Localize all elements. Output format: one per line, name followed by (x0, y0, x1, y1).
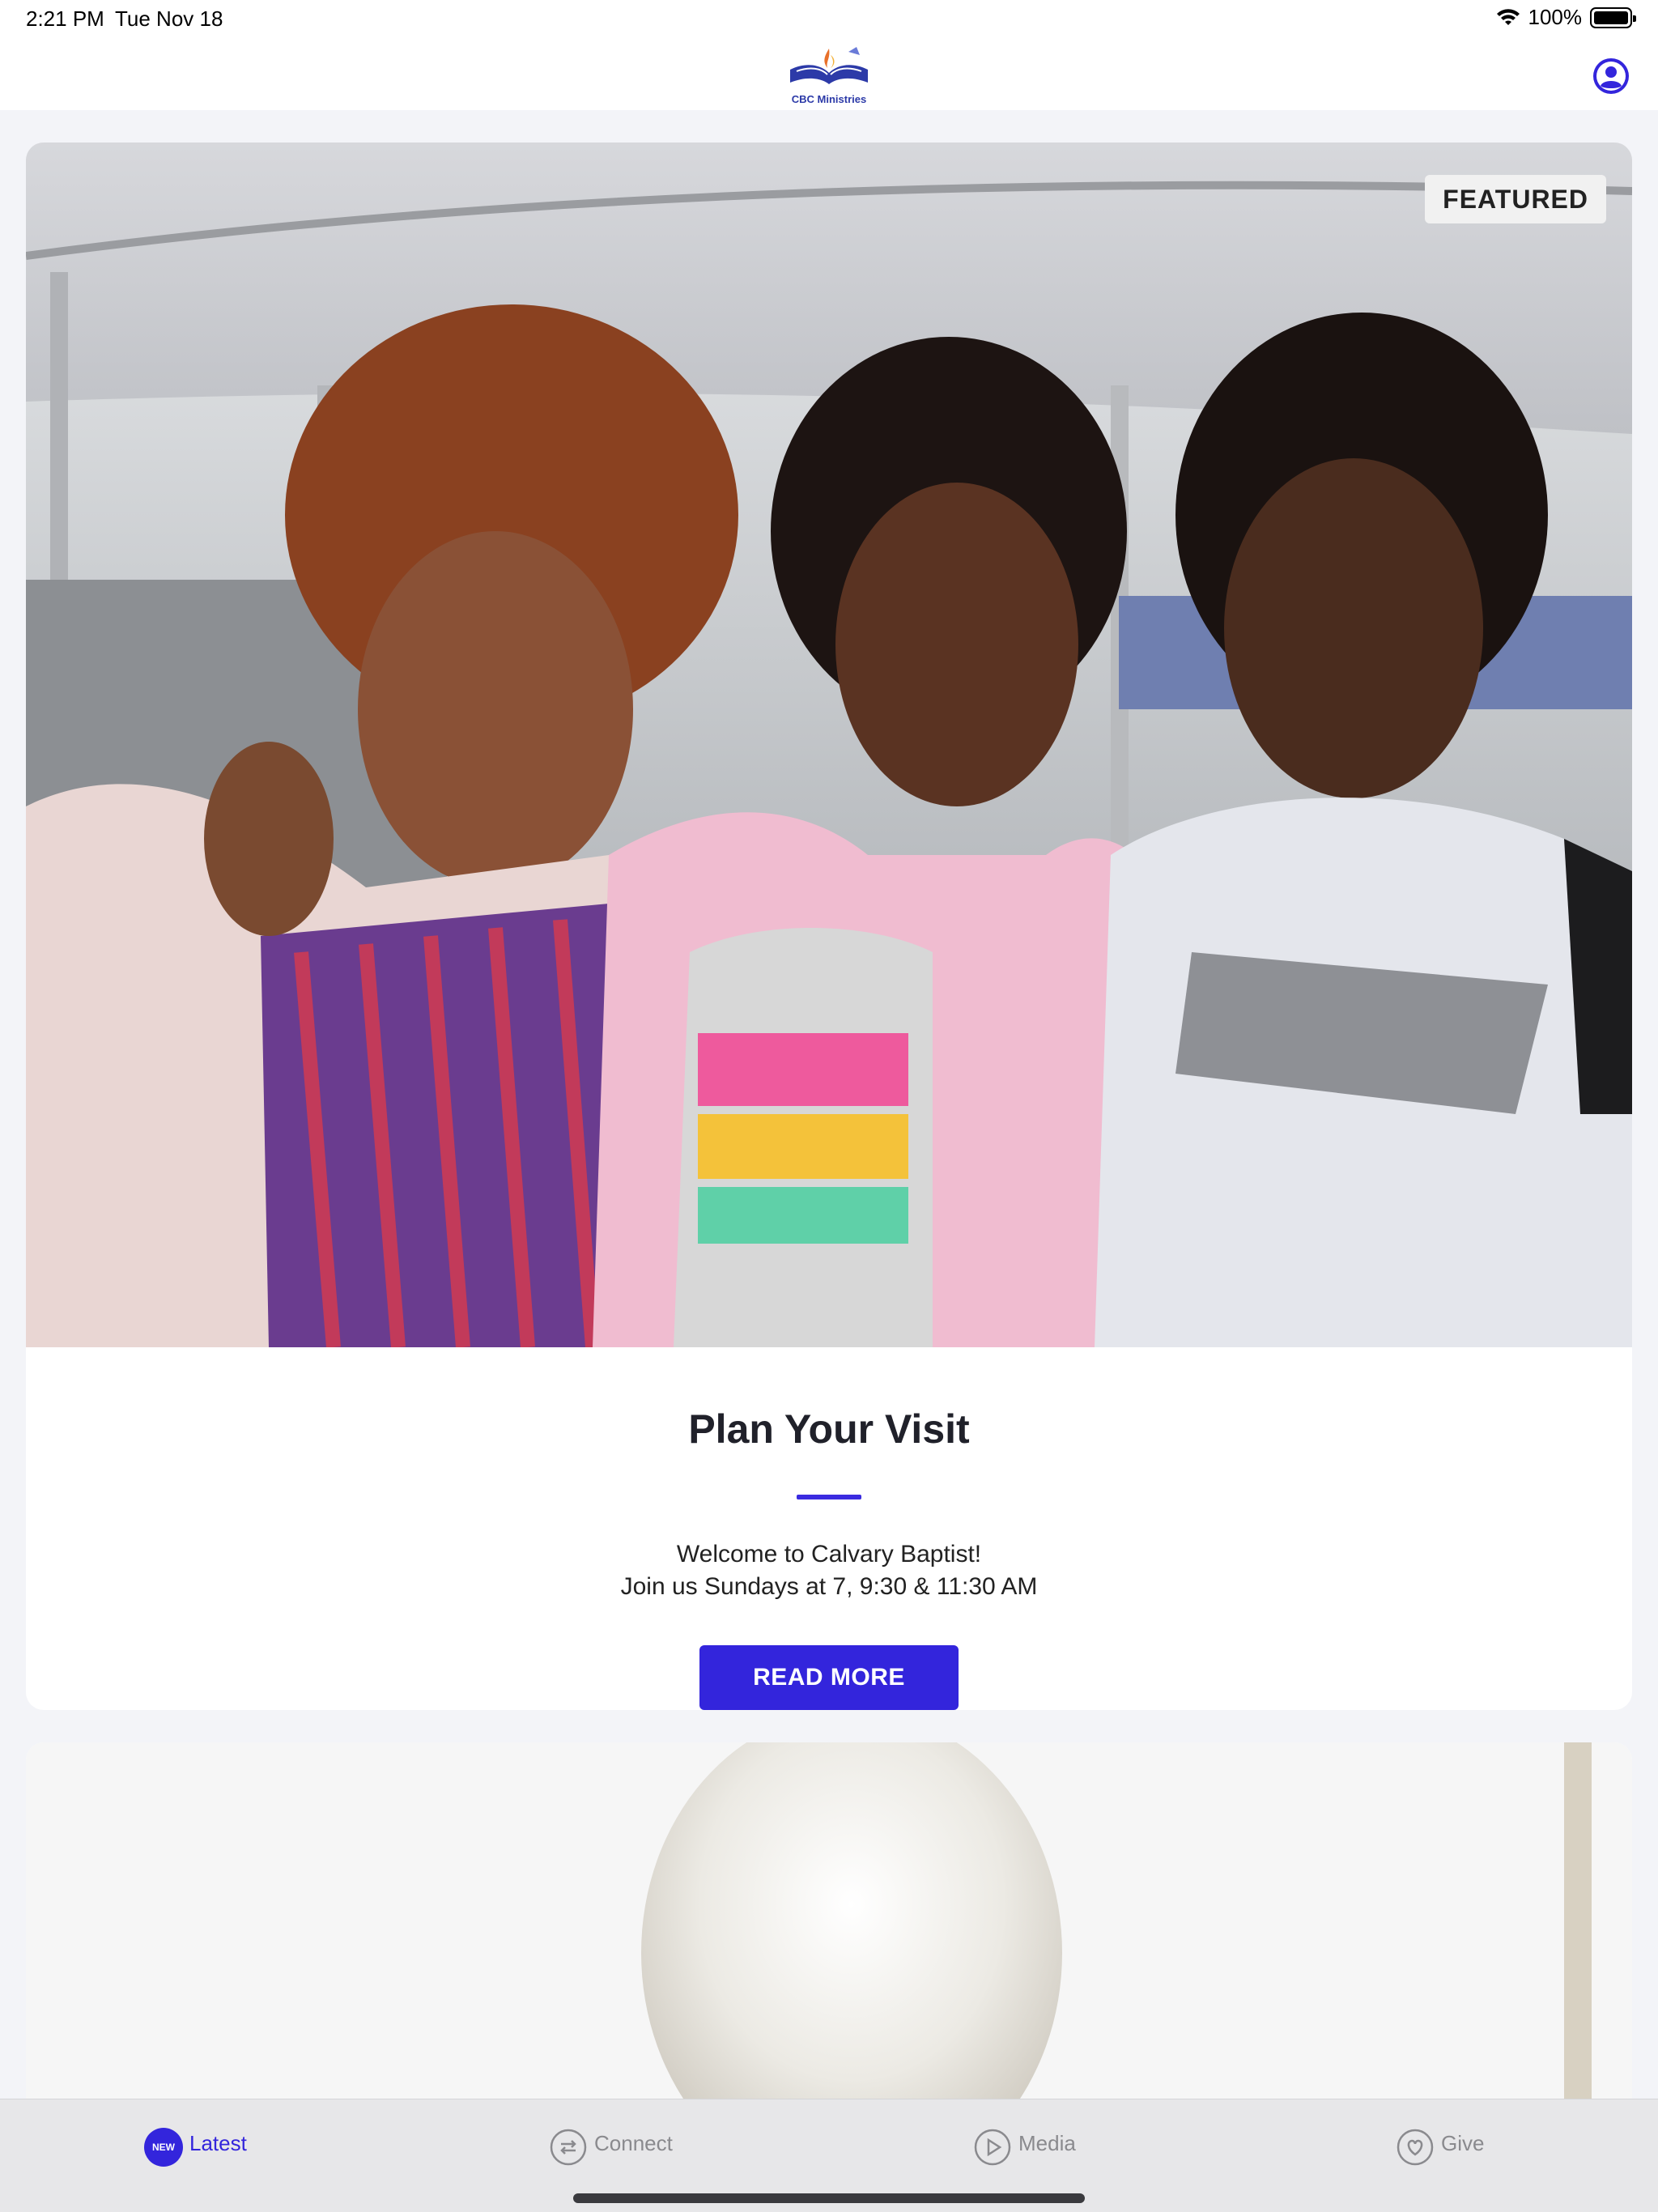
profile-button[interactable] (1592, 57, 1630, 96)
next-card[interactable] (26, 1742, 1632, 2099)
battery-icon (1590, 6, 1636, 28)
read-more-button[interactable]: READ MORE (699, 1645, 959, 1710)
featured-badge: FEATURED (1425, 175, 1606, 223)
tab-latest[interactable]: NEW Latest (144, 2121, 247, 2167)
tab-label: Latest (189, 2130, 247, 2155)
battery-percent: 100% (1528, 5, 1583, 29)
next-card-photo (26, 1742, 1632, 2099)
status-time: 2:21 PM (26, 6, 104, 31)
tab-give[interactable]: Give (1396, 2121, 1484, 2166)
new-badge-icon: NEW (144, 2128, 183, 2167)
status-bar: 2:21 PM Tue Nov 18 100% (0, 0, 1658, 39)
feed-scroll[interactable]: FEATURED Plan Your Visit Welcome to Calv… (0, 110, 1658, 2099)
tab-media[interactable]: Media (973, 2121, 1076, 2166)
status-date: Tue Nov 18 (115, 6, 223, 31)
logo-text: CBC Ministries (791, 93, 867, 105)
app-header: CBC Ministries (0, 39, 1658, 110)
tab-bar: NEW Latest Connect Media Give (0, 2099, 1658, 2212)
play-circle-icon (974, 2129, 1011, 2166)
connect-arrows-icon (550, 2129, 587, 2166)
photo-illustration (26, 143, 1632, 1347)
tab-label: Give (1441, 2130, 1485, 2155)
heart-circle-icon (1397, 2129, 1434, 2166)
cbc-logo[interactable]: CBC Ministries (782, 44, 876, 105)
tab-label: Media (1018, 2130, 1076, 2155)
tab-connect[interactable]: Connect (549, 2121, 673, 2166)
wifi-icon (1496, 8, 1520, 25)
person-circle-icon (1593, 58, 1629, 94)
featured-card[interactable]: FEATURED Plan Your Visit Welcome to Calv… (26, 143, 1632, 1710)
card-body: Welcome to Calvary Baptist! Join us Sund… (26, 1538, 1632, 1603)
book-flame-icon (790, 47, 868, 84)
card-title: Plan Your Visit (688, 1406, 970, 1452)
card-body-line: Join us Sundays at 7, 9:30 & 11:30 AM (620, 1573, 1038, 1600)
home-indicator[interactable] (573, 2193, 1085, 2203)
title-divider (797, 1495, 861, 1499)
status-right: 100% (1496, 5, 1636, 30)
hero-photo (26, 143, 1632, 1347)
card-body-line: Welcome to Calvary Baptist! (676, 1541, 982, 1568)
tab-label: Connect (594, 2130, 673, 2155)
